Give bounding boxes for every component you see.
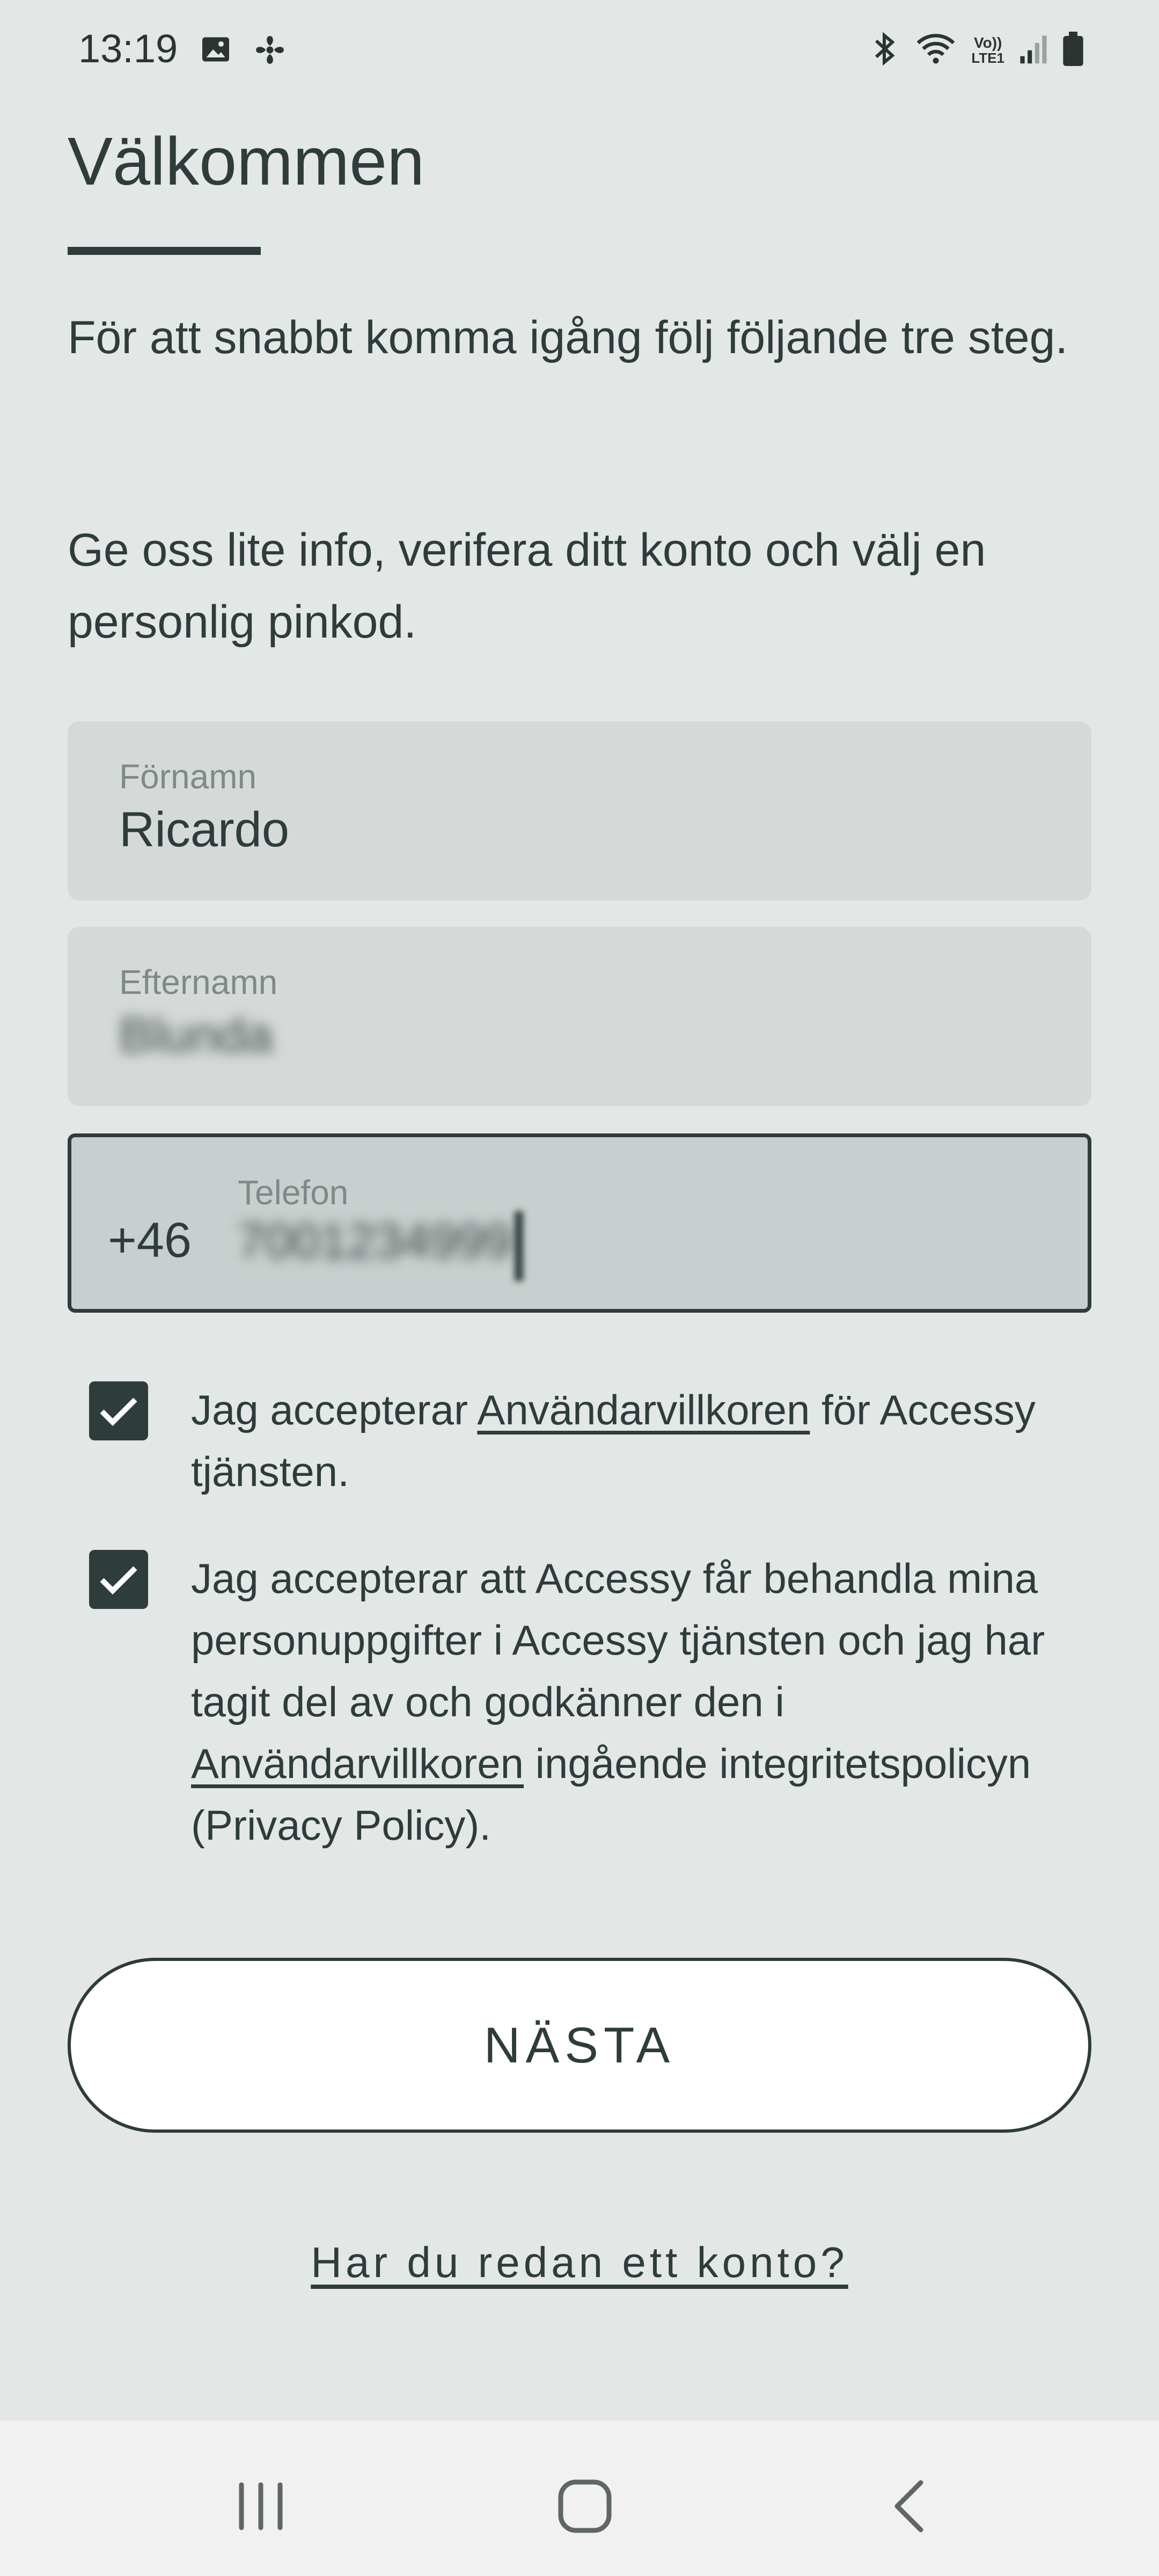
last-name-input[interactable]: Blunda: [119, 1007, 273, 1064]
checkmark-icon: [100, 1397, 137, 1426]
volte-label: Vo)): [974, 34, 1002, 51]
country-code-prefix[interactable]: +46: [108, 1212, 192, 1269]
text-cursor: [515, 1211, 523, 1281]
first-name-field[interactable]: Förnamn Ricardo: [68, 721, 1091, 901]
lte-label: LTE1: [971, 49, 1004, 66]
status-left-icons: [200, 33, 287, 69]
welcome-screen: 13:19 Vo)) LTE1 Välkommen För att snabbt…: [0, 0, 1159, 2576]
page-title: Välkommen: [68, 123, 425, 199]
checkmark-icon: [100, 1566, 137, 1595]
back-button[interactable]: [878, 2474, 942, 2538]
phone-field[interactable]: +46 Telefon 7001234999: [68, 1133, 1091, 1313]
privacy-checkbox[interactable]: [89, 1550, 148, 1609]
first-name-input[interactable]: Ricardo: [119, 802, 289, 858]
privacy-consent-text: Jag accepterar att Accessy får behandla …: [191, 1548, 1071, 1856]
privacy-terms-link[interactable]: Användarvillkoren: [191, 1740, 524, 1787]
volte-icon: Vo)) LTE1: [971, 35, 1004, 65]
title-underline: [68, 247, 261, 255]
terms-text-before: Jag accepterar: [191, 1386, 478, 1433]
intro-text: För att snabbt komma igång följ följande…: [68, 312, 1068, 363]
signal-icon: [1018, 33, 1048, 68]
fan-icon: [253, 33, 287, 69]
phone-input[interactable]: 7001234999: [238, 1213, 512, 1270]
instructions-text: Ge oss lite info, verifera ditt konto oc…: [68, 524, 986, 648]
wifi-icon: [914, 31, 957, 69]
system-nav-bar: [0, 2420, 1159, 2576]
next-button[interactable]: NÄSTA: [68, 1958, 1091, 2133]
status-right-icons: Vo)) LTE1: [868, 31, 1084, 69]
status-bar: 13:19 Vo)) LTE1: [0, 0, 1159, 107]
home-button[interactable]: [553, 2474, 617, 2538]
image-icon: [200, 33, 232, 69]
battery-icon: [1062, 32, 1084, 69]
first-name-label: Förnamn: [119, 757, 257, 796]
recents-button[interactable]: [229, 2474, 293, 2538]
terms-link[interactable]: Användarvillkoren: [477, 1386, 810, 1433]
terms-checkbox[interactable]: [89, 1381, 148, 1440]
status-time: 13:19: [78, 26, 178, 71]
existing-account-link[interactable]: Har du redan ett konto?: [0, 2238, 1159, 2287]
last-name-field[interactable]: Efternamn Blunda: [68, 927, 1091, 1106]
terms-consent-text: Jag accepterar Användarvillkoren för Acc…: [191, 1379, 1071, 1503]
home-icon: [558, 2479, 612, 2533]
privacy-text-before: Jag accepterar att Accessy får behandla …: [191, 1555, 1045, 1725]
recents-icon: [239, 2482, 283, 2530]
back-icon: [894, 2480, 923, 2533]
bluetooth-icon: [868, 31, 900, 69]
phone-label: Telefon: [238, 1173, 349, 1212]
last-name-label: Efternamn: [119, 963, 278, 1001]
